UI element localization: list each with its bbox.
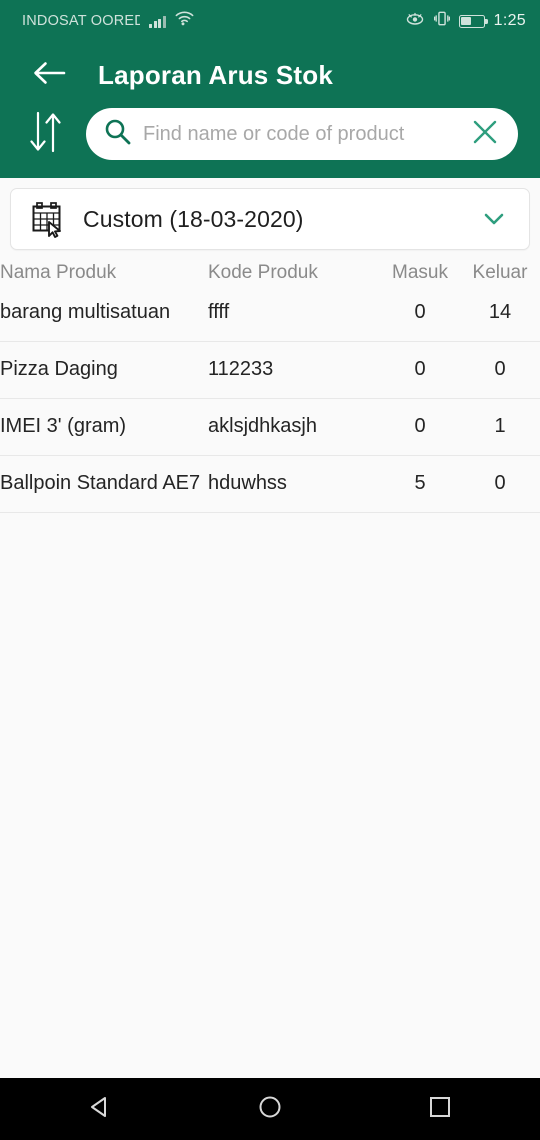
column-header-out: Keluar: [472, 262, 528, 283]
nav-home-icon: [256, 1093, 284, 1126]
date-filter-dropdown[interactable]: Custom (18-03-2020): [10, 188, 530, 250]
nav-recents-icon: [426, 1093, 454, 1126]
eye-icon: [405, 12, 425, 31]
app-bar-top: Laporan Arus Stok: [0, 42, 540, 108]
nav-recents-button[interactable]: [413, 1082, 467, 1136]
table-header-row: Nama Produk Kode Produk Masuk Keluar: [0, 262, 540, 284]
cell-product-name: barang multisatuan: [0, 284, 208, 342]
column-header-name: Nama Produk: [0, 262, 117, 283]
cell-product-code: aklsjdhkasjh: [208, 398, 380, 456]
status-bar-right: 1:25: [405, 11, 526, 31]
clock-label: 1:25: [493, 12, 526, 29]
cell-stock-in: 0: [380, 398, 460, 456]
table-body: barang multisatuan ffff 0 14 Pizza Dagin…: [0, 284, 540, 513]
nav-back-button[interactable]: [73, 1082, 127, 1136]
status-bar-left: INDOSAT OORED: [22, 11, 194, 31]
search-box[interactable]: [86, 108, 518, 160]
date-filter-label: Custom (18-03-2020): [83, 205, 304, 232]
cell-stock-out: 0: [460, 455, 540, 513]
carrier-label: INDOSAT OORED: [22, 13, 140, 29]
cell-product-code: 112233: [208, 341, 380, 399]
search-row: [0, 108, 540, 160]
table-row[interactable]: Ballpoin Standard AE7 hduwhss 5 0: [0, 455, 540, 513]
search-input[interactable]: [143, 122, 456, 146]
table-row[interactable]: IMEI 3' (gram) aklsjdhkasjh 0 1: [0, 398, 540, 456]
clear-search-button[interactable]: [468, 117, 502, 151]
signal-icon: [149, 15, 166, 28]
table-header: Nama Produk Kode Produk Masuk Keluar: [0, 262, 540, 284]
cell-stock-out: 1: [460, 398, 540, 456]
calendar-cursor-icon: [27, 198, 69, 240]
wifi-icon: [175, 11, 194, 31]
cell-product-name: Ballpoin Standard AE7: [0, 455, 208, 513]
page-title: Laporan Arus Stok: [98, 59, 334, 90]
battery-icon: [458, 14, 488, 28]
cell-stock-in: 0: [380, 341, 460, 399]
sort-button[interactable]: [18, 108, 74, 160]
nav-home-button[interactable]: [243, 1082, 297, 1136]
vibrate-icon: [433, 11, 450, 31]
cell-stock-out: 14: [460, 284, 540, 342]
cell-product-name: Pizza Daging: [0, 341, 208, 399]
phone-screen: INDOSAT OORED 1:25 Laporan Arus Stok Fin…: [0, 0, 540, 1140]
android-nav-bar: [0, 1078, 540, 1140]
nav-back-icon: [86, 1093, 114, 1126]
app-bar: Laporan Arus Stok: [0, 42, 540, 178]
search-icon: [104, 118, 131, 150]
cell-product-code: hduwhss: [208, 455, 380, 513]
close-icon: [470, 117, 500, 152]
back-button[interactable]: [26, 52, 72, 98]
back-arrow-icon: [32, 60, 66, 91]
cell-stock-in: 5: [380, 455, 460, 513]
cell-stock-in: 0: [380, 284, 460, 342]
sort-arrows-icon: [26, 110, 66, 159]
content-area: Custom (18-03-2020) Nama Produk Kode Pro…: [0, 178, 540, 1078]
column-header-in: Masuk: [392, 262, 448, 283]
status-bar: INDOSAT OORED 1:25: [0, 0, 540, 42]
table-row[interactable]: barang multisatuan ffff 0 14: [0, 284, 540, 342]
chevron-down-icon: [477, 202, 511, 236]
stock-flow-table: Nama Produk Kode Produk Masuk Keluar bar…: [0, 262, 540, 513]
cell-product-name: IMEI 3' (gram): [0, 398, 208, 456]
cell-stock-out: 0: [460, 341, 540, 399]
column-header-code: Kode Produk: [208, 262, 318, 283]
table-row[interactable]: Pizza Daging 112233 0 0: [0, 341, 540, 399]
cell-product-code: ffff: [208, 284, 380, 342]
